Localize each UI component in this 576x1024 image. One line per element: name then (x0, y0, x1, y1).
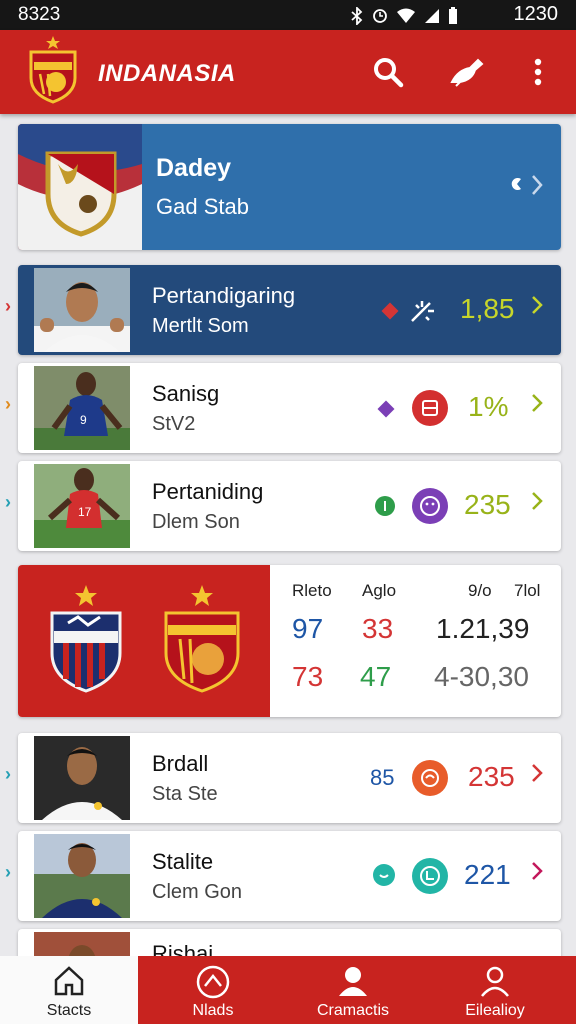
match-score-card[interactable]: Rleto Aglo 9/o 7lol 97 33 1.21,39 73 47 … (18, 565, 561, 717)
featured-card[interactable]: Dadey Gad Stab (18, 124, 561, 250)
chevron-right-icon (532, 394, 543, 412)
emoji-icon (412, 488, 448, 524)
list-item[interactable]: 9 Sanisg StV2 1% (18, 363, 561, 453)
chevron-right-icon (532, 764, 543, 782)
list-item[interactable]: Brdall Sta Ste 85 235 (18, 733, 561, 823)
row-title: Brdall (152, 751, 209, 776)
featured-subtitle: Gad Stab (156, 194, 249, 219)
more-options-button[interactable] (518, 52, 558, 92)
nav-label: Nlads (192, 1002, 234, 1019)
calendar-icon (412, 390, 448, 426)
team-crests-panel (18, 565, 270, 717)
score-header: 7lol (514, 581, 541, 600)
status-bar: 8323 1230 (0, 0, 576, 30)
player-photo (34, 834, 130, 918)
bird-icon (450, 58, 484, 87)
player-photo (34, 736, 130, 820)
ball-icon (412, 760, 448, 796)
alarm-icon (373, 9, 387, 23)
app-bar: INDANASIA (0, 30, 576, 114)
row-subtitle: Dlem Son (152, 511, 240, 533)
row-stat: 1% (468, 391, 509, 422)
share-button[interactable] (446, 52, 486, 92)
dot-icon (375, 496, 395, 516)
row-subtitle: Sta Ste (152, 783, 218, 805)
row-title: Pertaniding (152, 479, 264, 504)
row-indicator: › (5, 862, 11, 882)
score-value: 73 (292, 661, 324, 692)
list-item[interactable]: Stalite Clem Gon 221 (18, 831, 561, 921)
row-indicator: › (5, 492, 11, 512)
list-item[interactable]: 17 Pertaniding Dlem Son 235 (18, 461, 561, 551)
signal-icon (425, 9, 439, 23)
status-time: 1230 (513, 3, 559, 25)
home-team-crest (50, 585, 122, 693)
score-value: 47 (360, 661, 392, 692)
search-button[interactable] (368, 52, 408, 92)
chevron-right-icon (532, 492, 543, 510)
link-icon (373, 864, 395, 886)
status-left-text: 8323 (18, 4, 61, 25)
wifi-icon (397, 8, 415, 23)
person-outline-icon (481, 966, 509, 997)
row-stat: 1,85 (460, 293, 515, 324)
row-subtitle: Mertlt Som (152, 315, 249, 337)
row-stat: 235 (464, 489, 511, 520)
svg-text:9: 9 (80, 413, 87, 427)
battery-icon (449, 7, 457, 24)
nav-item-eilealioy[interactable]: Eilealioy (426, 956, 564, 1024)
player-photo: 17 (34, 464, 130, 548)
nav-item-stacts[interactable]: Stacts (0, 956, 138, 1024)
home-icon (54, 966, 84, 996)
score-value: 97 (292, 613, 324, 644)
score-header: Rleto (292, 581, 332, 600)
row-subtitle: StV2 (152, 413, 196, 435)
chevron-right-icon (532, 296, 543, 314)
nav-label: Stacts (46, 1002, 92, 1019)
more-vert-icon (534, 58, 542, 86)
row-indicator: › (5, 394, 11, 414)
diamond-icon (381, 302, 399, 320)
chevron-right-icon (532, 862, 543, 880)
away-team-crest (164, 585, 240, 693)
nav-label: Eilealioy (465, 1002, 525, 1019)
row-indicator: › (5, 764, 11, 784)
chevron-badge-icon (196, 965, 230, 999)
search-icon (374, 58, 404, 88)
flag-crest-image (18, 124, 142, 250)
row-stat: 221 (464, 859, 511, 890)
score-value: 33 (362, 613, 394, 644)
club-logo (26, 34, 80, 109)
bottom-navigation: Stacts Nlads Cramactis Eilealioy (0, 956, 576, 1024)
stats-icon (412, 858, 448, 894)
player-photo: 9 (34, 366, 130, 450)
score-value: 4-30,30 (434, 661, 529, 692)
row-title: Sanisg (152, 381, 220, 406)
score-header: 9/o (468, 581, 492, 600)
status-icons (350, 7, 458, 25)
badge-icon (377, 400, 395, 418)
toggle-icon (511, 178, 521, 190)
row-indicator: › (5, 296, 11, 316)
score-header: Aglo (362, 581, 397, 600)
row-left-stat: 85 (370, 765, 395, 790)
nav-label: Cramactis (316, 1002, 389, 1019)
app-title: INDANASIA (98, 60, 236, 87)
nav-item-cramactis[interactable]: Cramactis (284, 956, 422, 1024)
list-item[interactable]: Pertandigaring Mertlt Som 1,85 (18, 265, 561, 355)
row-stat: 235 (468, 761, 515, 792)
nav-item-nlads[interactable]: Nlads (144, 956, 282, 1024)
row-title: Stalite (152, 849, 214, 874)
row-title: Pertandigaring (152, 283, 296, 308)
featured-title: Dadey (156, 154, 232, 182)
bluetooth-icon (351, 7, 363, 25)
row-subtitle: Clem Gon (152, 881, 243, 903)
svg-text:17: 17 (78, 505, 92, 519)
player-photo (34, 268, 130, 352)
score-value: 1.21,39 (436, 613, 530, 644)
chevron-right-icon (532, 175, 543, 195)
person-icon (339, 967, 367, 996)
sparkle-icon (411, 301, 434, 322)
